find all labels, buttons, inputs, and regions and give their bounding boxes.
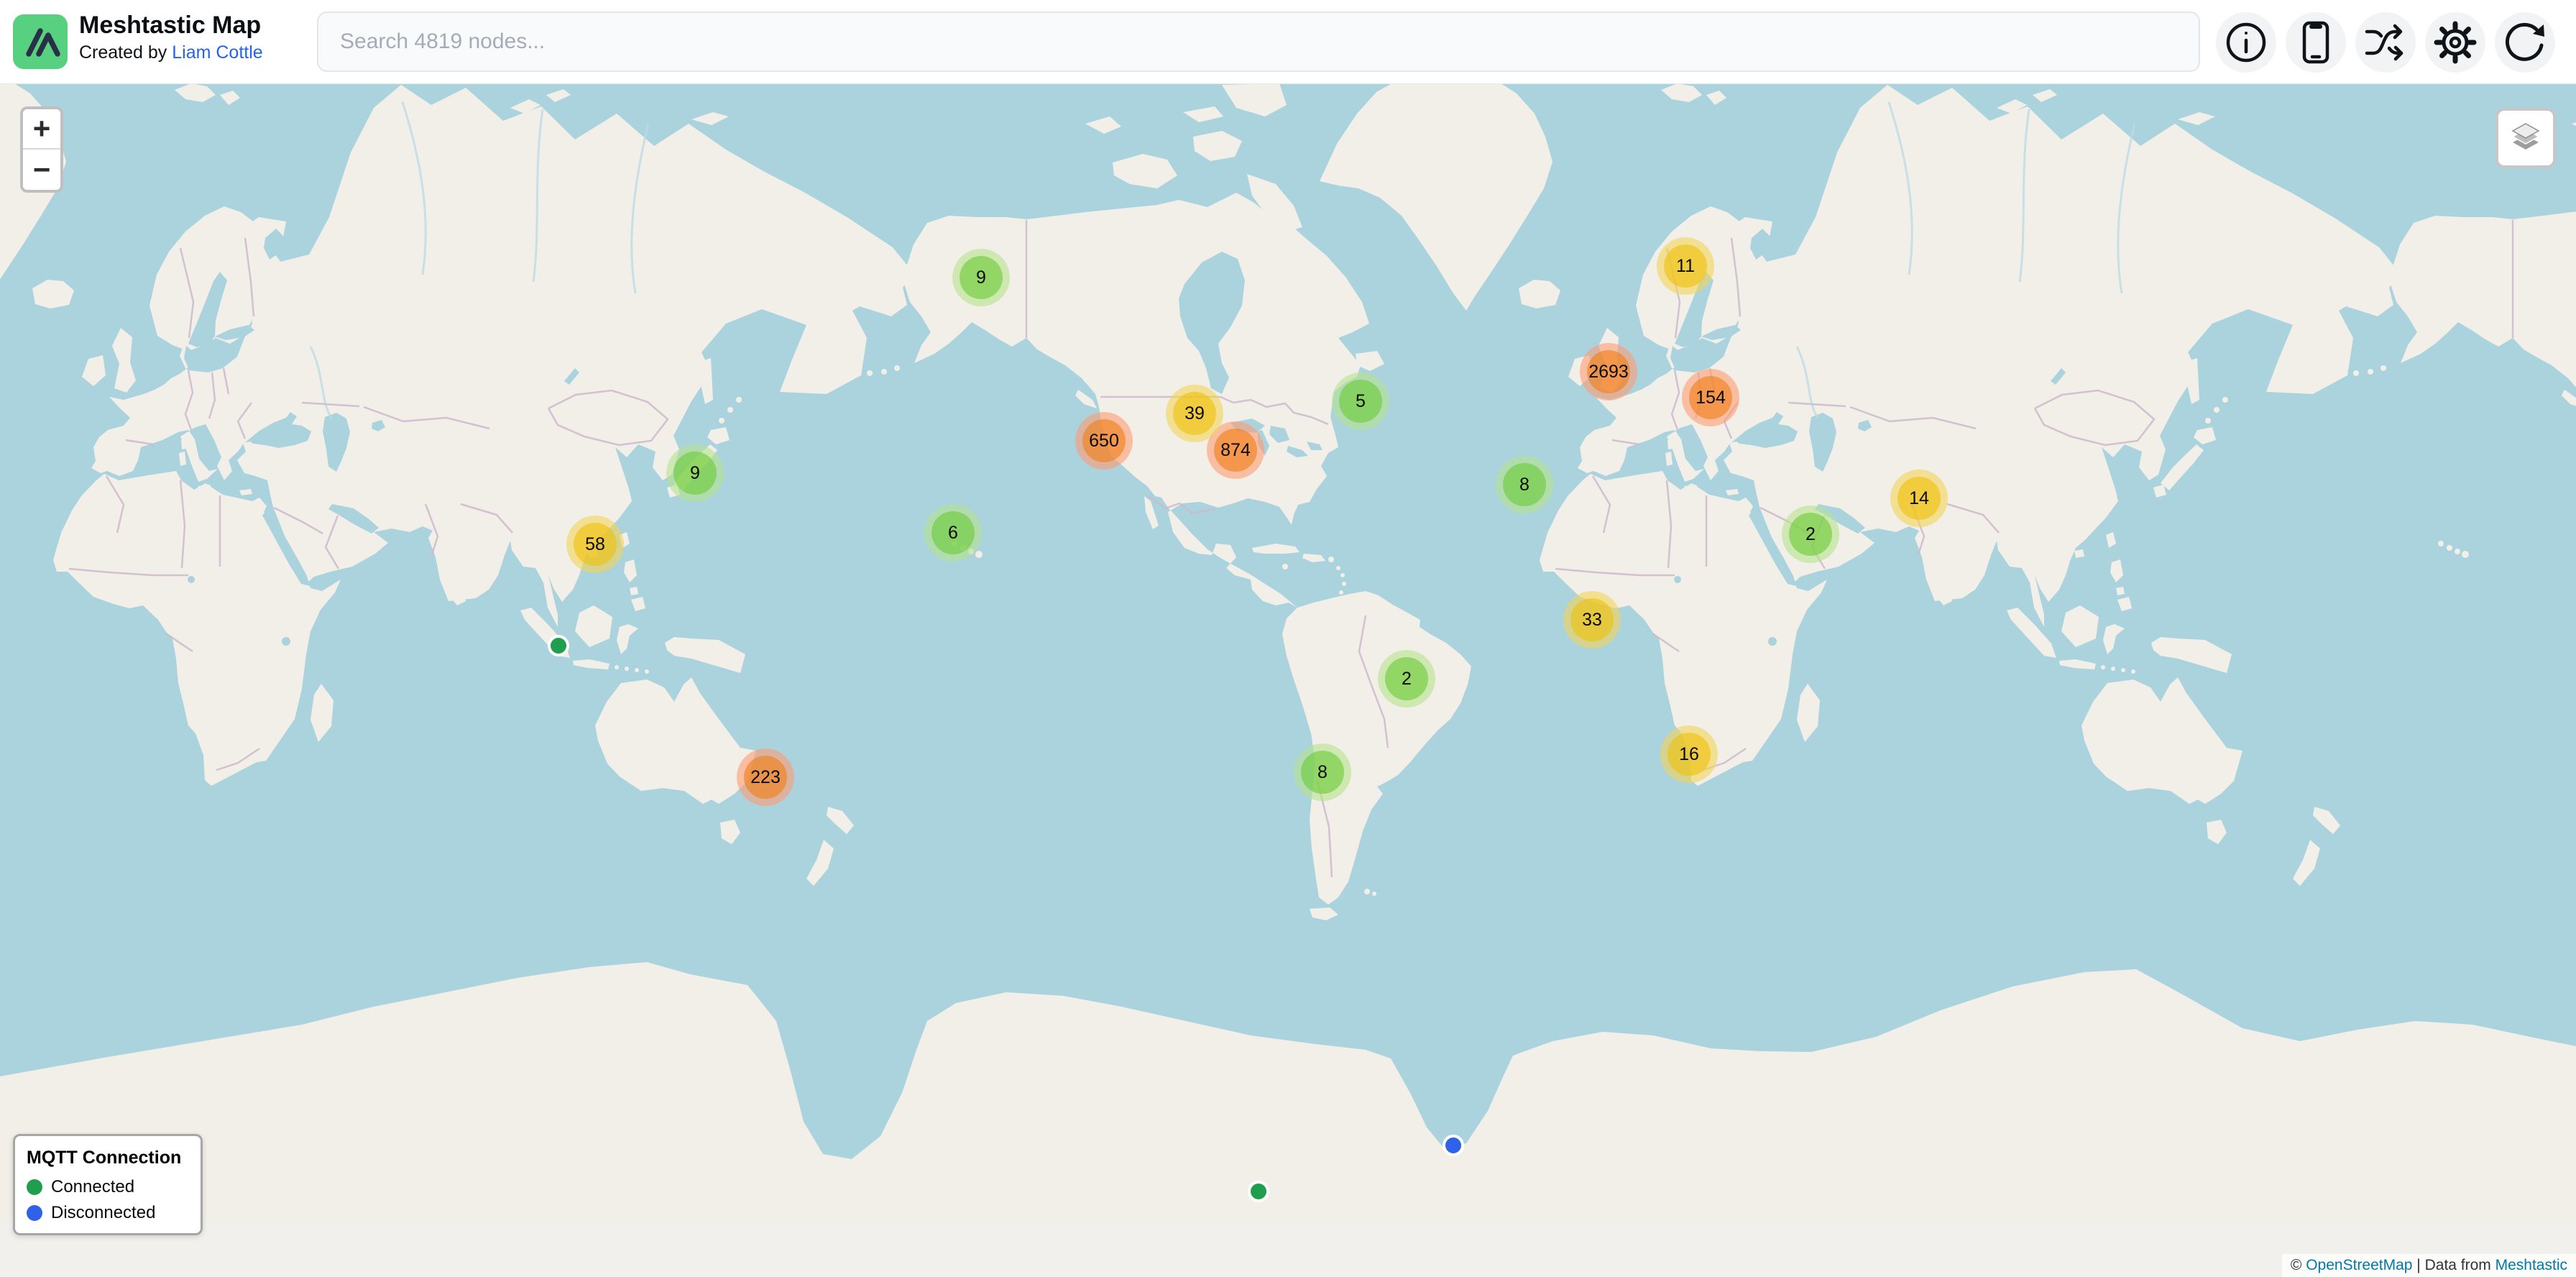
byline: Created by Liam Cottle xyxy=(79,40,263,65)
cluster-count: 6 xyxy=(932,511,975,554)
cluster-marker[interactable]: 6 xyxy=(924,504,982,562)
antarctica-ice-band xyxy=(0,1221,2576,1277)
cluster-marker[interactable]: 11 xyxy=(1657,237,1714,295)
cluster-count: 2 xyxy=(1789,513,1832,556)
layers-control[interactable] xyxy=(2496,108,2556,168)
settings-button[interactable] xyxy=(2425,12,2485,73)
meshtastic-logo-icon xyxy=(13,14,68,69)
title-block: Meshtastic Map Created by Liam Cottle xyxy=(79,10,263,65)
search-input[interactable] xyxy=(317,12,2200,72)
cluster-count: 9 xyxy=(673,452,717,495)
cluster-count: 650 xyxy=(1082,419,1126,462)
cluster-marker[interactable]: 5 xyxy=(1332,372,1389,430)
cluster-marker[interactable]: 223 xyxy=(737,749,794,806)
cluster-count: 14 xyxy=(1898,477,1941,520)
byline-prefix: Created by xyxy=(79,42,172,63)
cluster-count: 874 xyxy=(1214,429,1257,472)
cluster-count: 33 xyxy=(1570,598,1614,641)
cluster-marker[interactable]: 9 xyxy=(666,444,724,502)
cluster-marker[interactable]: 650 xyxy=(1075,412,1133,470)
cluster-marker[interactable]: 8 xyxy=(1496,456,1553,513)
node-marker-connected[interactable] xyxy=(548,635,569,656)
cluster-count: 16 xyxy=(1668,733,1711,776)
cluster-marker[interactable]: 2693 xyxy=(1580,343,1637,401)
map-attribution: © OpenStreetMap | Data from Meshtastic xyxy=(2282,1254,2576,1277)
layers-icon xyxy=(2507,119,2544,157)
cluster-count: 8 xyxy=(1503,463,1546,506)
cluster-count: 223 xyxy=(744,756,787,799)
zoom-control: + − xyxy=(20,106,63,193)
shuffle-button[interactable] xyxy=(2355,12,2416,73)
cluster-marker[interactable]: 154 xyxy=(1682,369,1739,426)
cluster-count: 39 xyxy=(1173,392,1216,435)
page-title: Meshtastic Map xyxy=(79,10,263,40)
cluster-marker[interactable]: 14 xyxy=(1890,470,1948,527)
cluster-marker[interactable]: 16 xyxy=(1660,726,1718,783)
legend-status-label: Connected xyxy=(51,1177,134,1197)
cluster-marker[interactable]: 9 xyxy=(952,249,1010,306)
openstreetmap-link[interactable]: OpenStreetMap xyxy=(2306,1257,2412,1273)
cluster-count: 8 xyxy=(1301,751,1344,794)
cluster-count: 2 xyxy=(1385,657,1428,700)
cluster-count: 154 xyxy=(1689,376,1732,419)
cluster-marker[interactable]: 33 xyxy=(1563,591,1621,649)
mqtt-legend-items: Connected Disconnected xyxy=(27,1177,189,1223)
cluster-marker[interactable]: 8 xyxy=(1294,743,1351,801)
world-map-tiles xyxy=(0,0,2576,1277)
zoom-in-button[interactable]: + xyxy=(23,109,60,150)
legend-status-dot xyxy=(27,1205,42,1221)
cluster-count: 9 xyxy=(960,256,1003,299)
cluster-marker[interactable]: 39 xyxy=(1166,385,1223,442)
zoom-out-button[interactable]: − xyxy=(23,150,60,190)
top-bar: Meshtastic Map Created by Liam Cottle xyxy=(0,0,2576,84)
mobile-app-button[interactable] xyxy=(2286,12,2346,73)
node-marker-disconnected[interactable] xyxy=(1443,1135,1464,1156)
cluster-marker[interactable]: 2 xyxy=(1782,505,1839,563)
search-container xyxy=(317,12,2200,72)
cluster-count: 5 xyxy=(1339,380,1382,423)
meshtastic-map-app: 2693 154 650 874 223 39 11 58 14 33 16 9 5 9 6 8 2 2 8 Mes… xyxy=(0,0,2576,1277)
legend-status-dot xyxy=(27,1179,42,1195)
info-button[interactable] xyxy=(2216,12,2276,73)
mqtt-legend: MQTT Connection Connected Disconnected xyxy=(13,1134,203,1235)
world-map[interactable]: 2693 154 650 874 223 39 11 58 14 33 16 9 5 9 6 8 2 2 8 xyxy=(0,0,2576,1277)
mqtt-legend-title: MQTT Connection xyxy=(27,1148,189,1168)
legend-status-label: Disconnected xyxy=(51,1203,155,1223)
mqtt-legend-row: Connected xyxy=(27,1177,189,1197)
cluster-count: 11 xyxy=(1664,244,1707,288)
cluster-marker[interactable]: 58 xyxy=(566,516,624,573)
mqtt-legend-row: Disconnected xyxy=(27,1203,189,1223)
copyright-text: © xyxy=(2291,1257,2306,1273)
meshtastic-link[interactable]: Meshtastic xyxy=(2496,1257,2567,1273)
cluster-count: 58 xyxy=(574,523,617,566)
attribution-separator: | Data from xyxy=(2412,1257,2495,1273)
refresh-button[interactable] xyxy=(2495,12,2555,73)
node-marker-connected[interactable] xyxy=(1248,1181,1269,1202)
cluster-marker[interactable]: 2 xyxy=(1378,650,1435,708)
cluster-count: 2693 xyxy=(1587,350,1630,393)
author-link[interactable]: Liam Cottle xyxy=(172,42,262,63)
